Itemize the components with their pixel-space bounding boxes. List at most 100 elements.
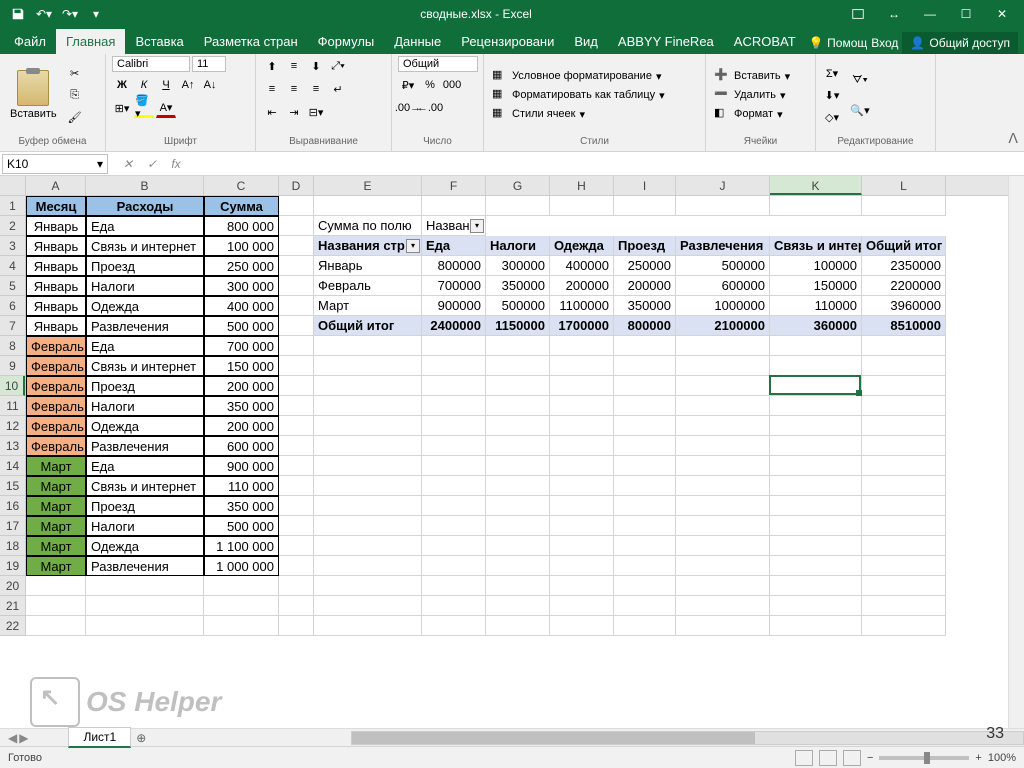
cell-L17[interactable]	[862, 516, 946, 536]
cell-J20[interactable]	[676, 576, 770, 596]
align-left-button[interactable]: ≡	[262, 79, 282, 99]
cell-E14[interactable]	[314, 456, 422, 476]
cell-E16[interactable]	[314, 496, 422, 516]
cell-A20[interactable]	[26, 576, 86, 596]
cell-J16[interactable]	[676, 496, 770, 516]
decrease-font-button[interactable]: A↓	[200, 75, 220, 95]
cell-J6[interactable]: 1000000	[676, 296, 770, 316]
cell-A19[interactable]: Март	[26, 556, 86, 576]
comma-button[interactable]: 000	[442, 75, 462, 95]
cell-C19[interactable]: 1 000 000	[204, 556, 279, 576]
cell-J18[interactable]	[676, 536, 770, 556]
cell-H4[interactable]: 400000	[550, 256, 614, 276]
cell-D17[interactable]	[279, 516, 314, 536]
cell-F14[interactable]	[422, 456, 486, 476]
cell-H11[interactable]	[550, 396, 614, 416]
cancel-formula-button[interactable]: ✕	[118, 157, 138, 171]
cell-J11[interactable]	[676, 396, 770, 416]
cell-H17[interactable]	[550, 516, 614, 536]
cell-I21[interactable]	[614, 596, 676, 616]
cell-K5[interactable]: 150000	[770, 276, 862, 296]
row-header-11[interactable]: 11	[0, 396, 25, 416]
cell-L18[interactable]	[862, 536, 946, 556]
cell-F8[interactable]	[422, 336, 486, 356]
cell-D8[interactable]	[279, 336, 314, 356]
underline-button[interactable]: Ч	[156, 75, 176, 95]
cell-A16[interactable]: Март	[26, 496, 86, 516]
cell-F1[interactable]	[422, 196, 486, 216]
tab-home[interactable]: Главная	[56, 29, 125, 54]
cell-E9[interactable]	[314, 356, 422, 376]
decrease-decimal-button[interactable]: ←.00	[420, 98, 440, 118]
cell-G20[interactable]	[486, 576, 550, 596]
tab-acrobat[interactable]: ACROBAT	[724, 29, 806, 54]
col-header-G[interactable]: G	[486, 176, 550, 195]
cell-H6[interactable]: 1100000	[550, 296, 614, 316]
cell-F4[interactable]: 800000	[422, 256, 486, 276]
cell-G12[interactable]	[486, 416, 550, 436]
signin-button[interactable]: Вход	[871, 36, 898, 50]
cell-C16[interactable]: 350 000	[204, 496, 279, 516]
cell-I15[interactable]	[614, 476, 676, 496]
cell-E1[interactable]	[314, 196, 422, 216]
cell-A18[interactable]: Март	[26, 536, 86, 556]
cell-E4[interactable]: Январь	[314, 256, 422, 276]
cell-L19[interactable]	[862, 556, 946, 576]
cell-K18[interactable]	[770, 536, 862, 556]
cut-button[interactable]: ✂	[65, 63, 85, 83]
cell-C13[interactable]: 600 000	[204, 436, 279, 456]
cell-J9[interactable]	[676, 356, 770, 376]
cell-J8[interactable]	[676, 336, 770, 356]
wrap-text-button[interactable]: ↵	[328, 79, 348, 99]
cell-F17[interactable]	[422, 516, 486, 536]
cell-D5[interactable]	[279, 276, 314, 296]
cell-I12[interactable]	[614, 416, 676, 436]
filter-dropdown-F2[interactable]: ▾	[470, 219, 484, 233]
collapse-ribbon-button[interactable]: ᐱ	[1008, 130, 1018, 147]
cell-G7[interactable]: 1150000	[486, 316, 550, 336]
cell-E12[interactable]	[314, 416, 422, 436]
cell-J12[interactable]	[676, 416, 770, 436]
maximize-button[interactable]: ☐	[952, 2, 980, 26]
row-header-2[interactable]: 2	[0, 216, 25, 236]
cell-E22[interactable]	[314, 616, 422, 636]
cell-E11[interactable]	[314, 396, 422, 416]
cell-J13[interactable]	[676, 436, 770, 456]
cell-I14[interactable]	[614, 456, 676, 476]
cell-D15[interactable]	[279, 476, 314, 496]
cell-K22[interactable]	[770, 616, 862, 636]
cell-I8[interactable]	[614, 336, 676, 356]
cell-I18[interactable]	[614, 536, 676, 556]
row-header-1[interactable]: 1	[0, 196, 25, 216]
horizontal-scrollbar[interactable]	[351, 731, 1024, 745]
select-all-button[interactable]	[0, 176, 26, 196]
vertical-scrollbar[interactable]	[1008, 176, 1024, 728]
cell-I22[interactable]	[614, 616, 676, 636]
cell-I7[interactable]: 800000	[614, 316, 676, 336]
bold-button[interactable]: Ж	[112, 75, 132, 95]
cell-K16[interactable]	[770, 496, 862, 516]
page-break-view-button[interactable]	[843, 750, 861, 766]
cell-K12[interactable]	[770, 416, 862, 436]
ribbon-options-icon[interactable]	[844, 2, 872, 26]
cell-A13[interactable]: Февраль	[26, 436, 86, 456]
cell-I10[interactable]	[614, 376, 676, 396]
cell-F16[interactable]	[422, 496, 486, 516]
share-button[interactable]: 👤 Общий доступ	[902, 32, 1018, 54]
cell-G19[interactable]	[486, 556, 550, 576]
undo-button[interactable]: ↶▾	[32, 2, 56, 26]
row-header-6[interactable]: 6	[0, 296, 25, 316]
tab-nav-first[interactable]: ◀	[8, 731, 17, 745]
row-header-3[interactable]: 3	[0, 236, 25, 256]
cell-A22[interactable]	[26, 616, 86, 636]
filter-dropdown-E3[interactable]: ▾	[406, 239, 420, 253]
cell-K20[interactable]	[770, 576, 862, 596]
cell-D2[interactable]	[279, 216, 314, 236]
cell-B21[interactable]	[86, 596, 204, 616]
cell-J1[interactable]	[676, 196, 770, 216]
cell-E5[interactable]: Февраль	[314, 276, 422, 296]
sheet-tab[interactable]: Лист1	[68, 727, 131, 748]
row-header-14[interactable]: 14	[0, 456, 25, 476]
format-painter-button[interactable]: 🖌	[65, 107, 85, 127]
align-middle-button[interactable]: ≡	[284, 56, 304, 76]
